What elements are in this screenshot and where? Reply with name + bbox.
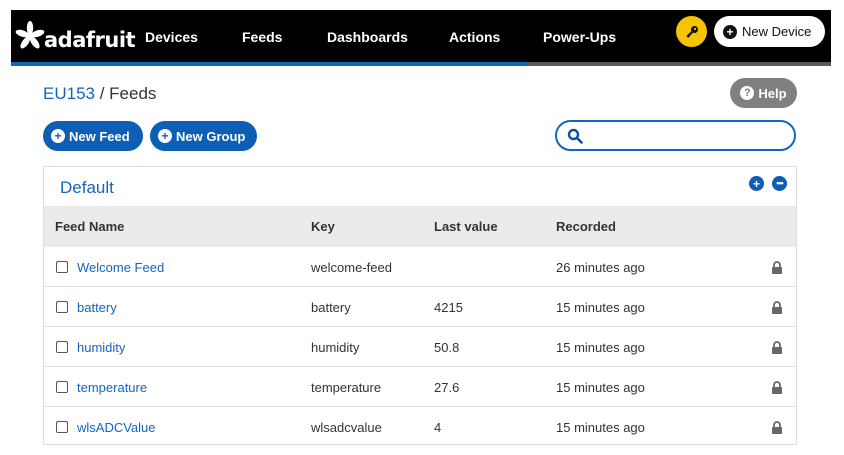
adafruit-logo[interactable]: adafruit bbox=[14, 16, 136, 56]
feed-recorded: 15 minutes ago bbox=[556, 339, 645, 355]
header-accent-stripe bbox=[11, 62, 831, 66]
help-button[interactable]: ? Help bbox=[730, 78, 797, 108]
logo-wordmark: adafruit bbox=[44, 28, 136, 52]
new-group-label: New Group bbox=[176, 128, 246, 144]
table-row: humidity humidity 50.8 15 minutes ago bbox=[44, 327, 796, 367]
new-feed-label: New Feed bbox=[69, 128, 130, 144]
search-input[interactable] bbox=[589, 127, 794, 144]
feed-key: humidity bbox=[311, 339, 360, 355]
plus-circle-icon: + bbox=[158, 129, 172, 143]
column-header-last-value[interactable]: Last value bbox=[434, 219, 498, 234]
search-icon bbox=[567, 128, 583, 144]
feed-last-value: 4 bbox=[434, 419, 442, 435]
row-checkbox[interactable] bbox=[56, 381, 68, 393]
key-icon bbox=[685, 25, 698, 38]
feed-recorded: 15 minutes ago bbox=[556, 299, 645, 315]
feed-name-link[interactable]: humidity bbox=[77, 327, 125, 367]
column-header-recorded[interactable]: Recorded bbox=[556, 219, 616, 234]
breadcrumb-user-link[interactable]: EU153 bbox=[43, 84, 95, 103]
plus-circle-icon: + bbox=[723, 24, 737, 39]
top-navigation-bar: adafruit Devices Feeds Dashboards Action… bbox=[11, 10, 831, 63]
group-title[interactable]: Default bbox=[60, 178, 114, 198]
nav-dashboards[interactable]: Dashboards bbox=[327, 10, 408, 63]
add-feed-to-group-icon[interactable]: + bbox=[749, 176, 764, 191]
nav-actions[interactable]: Actions bbox=[449, 10, 500, 63]
feed-key: temperature bbox=[311, 379, 382, 395]
feed-last-value: 4215 bbox=[434, 299, 463, 315]
feed-name-link[interactable]: temperature bbox=[77, 367, 147, 407]
new-group-button[interactable]: + New Group bbox=[150, 121, 257, 151]
new-device-button[interactable]: + New Device bbox=[714, 16, 825, 47]
table-header: Feed Name Key Last value Recorded bbox=[44, 206, 796, 247]
column-header-key[interactable]: Key bbox=[311, 219, 335, 234]
feed-recorded: 26 minutes ago bbox=[556, 259, 645, 275]
row-checkbox[interactable] bbox=[56, 421, 68, 433]
feed-name-link[interactable]: battery bbox=[77, 287, 117, 327]
feed-last-value: 50.8 bbox=[434, 339, 460, 355]
plus-circle-icon: + bbox=[51, 129, 65, 143]
page-title: Feeds bbox=[109, 84, 157, 103]
lock-icon[interactable] bbox=[771, 287, 783, 327]
table-row: battery battery 4215 15 minutes ago bbox=[44, 287, 796, 327]
question-circle-icon: ? bbox=[740, 86, 755, 100]
feed-last-value: 27.6 bbox=[434, 379, 460, 395]
column-header-feed-name[interactable]: Feed Name bbox=[55, 219, 124, 234]
row-checkbox[interactable] bbox=[56, 261, 68, 273]
more-options-icon[interactable]: ••• bbox=[772, 176, 787, 191]
lock-icon[interactable] bbox=[771, 327, 783, 367]
nav-feeds[interactable]: Feeds bbox=[242, 10, 282, 63]
feed-key: battery bbox=[311, 299, 351, 315]
breadcrumb: EU153 / Feeds bbox=[43, 84, 156, 104]
feed-table-body: Welcome Feed welcome-feed 26 minutes ago… bbox=[44, 247, 796, 447]
feed-recorded: 15 minutes ago bbox=[556, 419, 645, 435]
star-logo-icon bbox=[15, 21, 45, 49]
feed-key: welcome-feed bbox=[311, 259, 392, 275]
nav-devices[interactable]: Devices bbox=[145, 10, 198, 63]
row-checkbox[interactable] bbox=[56, 301, 68, 313]
new-feed-button[interactable]: + New Feed bbox=[43, 121, 143, 151]
api-key-button[interactable] bbox=[676, 16, 707, 47]
feed-recorded: 15 minutes ago bbox=[556, 379, 645, 395]
lock-icon[interactable] bbox=[771, 247, 783, 287]
nav-power-ups[interactable]: Power-Ups bbox=[543, 10, 616, 63]
table-row: Welcome Feed welcome-feed 26 minutes ago bbox=[44, 247, 796, 287]
table-row: temperature temperature 27.6 15 minutes … bbox=[44, 367, 796, 407]
feed-group-panel: Default + ••• Feed Name Key Last value R… bbox=[43, 166, 797, 445]
lock-icon[interactable] bbox=[771, 367, 783, 407]
row-checkbox[interactable] bbox=[56, 341, 68, 353]
help-label: Help bbox=[758, 85, 787, 101]
feed-name-link[interactable]: Welcome Feed bbox=[77, 247, 164, 287]
feed-name-link[interactable]: wlsADCValue bbox=[77, 407, 156, 447]
table-row: wlsADCValue wlsadcvalue 4 15 minutes ago bbox=[44, 407, 796, 447]
feed-key: wlsadcvalue bbox=[311, 419, 382, 435]
breadcrumb-separator: / bbox=[94, 84, 110, 103]
lock-icon[interactable] bbox=[771, 407, 783, 447]
new-device-label: New Device bbox=[742, 24, 812, 39]
search-box bbox=[555, 120, 796, 151]
